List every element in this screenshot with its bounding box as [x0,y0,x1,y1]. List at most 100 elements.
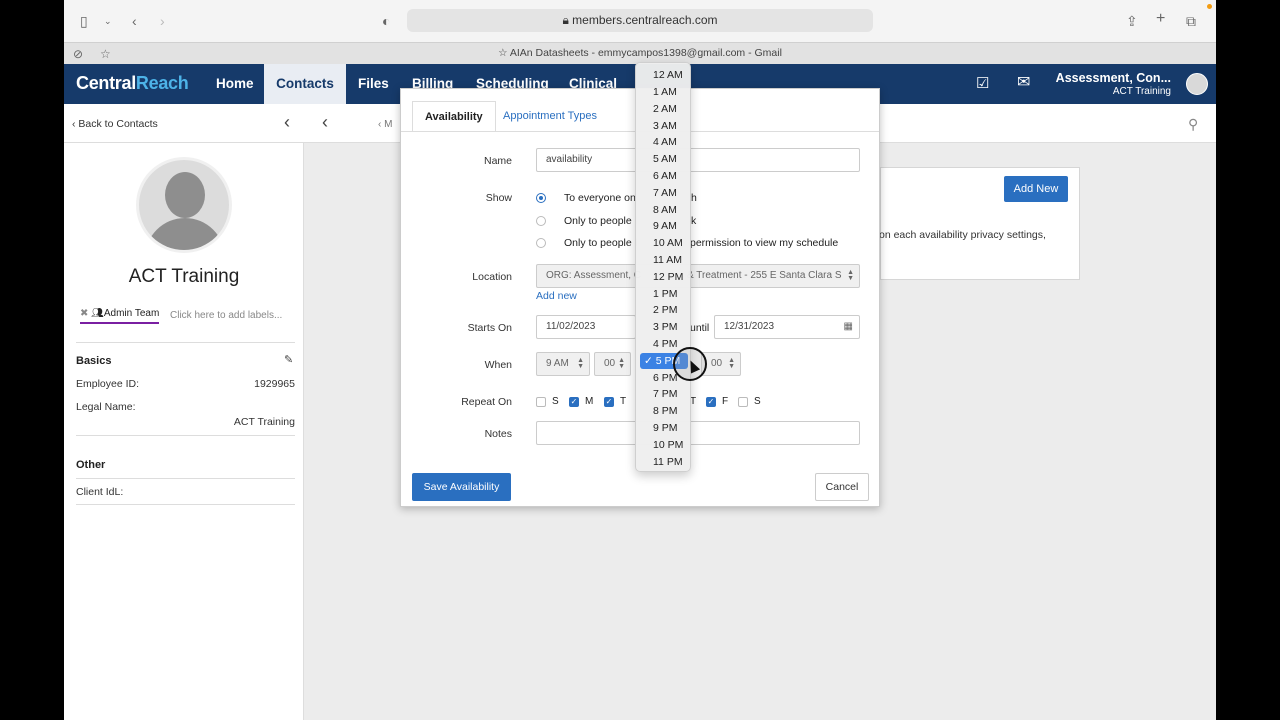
dropdown-option[interactable]: 9 AM [640,218,688,234]
tab-availability[interactable]: Availability [412,101,496,132]
sidebar-toggle-icon[interactable]: ▯ [80,12,88,30]
tab-bar: ⊘ ☆ ☆ AIAn Datasheets - emmycampos1398@g… [64,42,1216,64]
dropdown-option[interactable]: 2 AM [640,101,688,117]
when-label: When [484,359,512,371]
dropdown-option[interactable]: 3 AM [640,118,688,134]
prev-icon[interactable]: ‹ [322,113,328,131]
day-label-sun: S [552,396,559,407]
employee-id-value: 1929965 [254,378,295,390]
add-labels-input[interactable]: Click here to add labels... [170,310,282,321]
add-new-location-link[interactable]: Add new [536,290,577,302]
back-to-contacts-link[interactable]: ‹ Back to Contacts [72,118,158,130]
profile-avatar[interactable] [136,157,232,253]
location-label: Location [472,271,512,283]
day-checkbox-mon[interactable]: ✓ [569,397,579,407]
breadcrumb[interactable]: ‹ M [378,119,392,130]
dropdown-option[interactable]: 7 PM [640,386,688,402]
dropdown-option[interactable]: 11 AM [640,252,688,268]
dropdown-option[interactable]: 8 AM [640,202,688,218]
group-icon: 👥︎ [91,308,104,319]
dropdown-option[interactable]: 1 AM [640,84,688,100]
dropdown-option[interactable]: 6 AM [640,168,688,184]
add-new-button[interactable]: Add New [1004,176,1068,202]
edit-pencil-icon[interactable]: ✎ [284,353,293,366]
url-bar[interactable]: 🔒︎ members.centralreach.com [407,9,873,32]
show-opt3-text: Only to people l [564,237,637,249]
name-input[interactable]: availability [536,148,860,172]
notes-input[interactable] [536,421,860,445]
dropdown-option[interactable]: 5 AM [640,151,688,167]
shield-icon[interactable]: ◐ [382,12,390,30]
tab-title[interactable]: ☆ AIAn Datasheets - emmycampos1398@gmail… [64,47,1216,59]
chevron-down-icon[interactable]: ⌄ [104,12,112,30]
dropdown-option[interactable]: 8 PM [640,403,688,419]
starts-on-label: Starts On [467,322,512,334]
legal-name-value: ACT Training [233,416,295,428]
tabs-overview-icon[interactable]: ⧉ [1186,12,1196,30]
dropdown-option[interactable]: 4 AM [640,134,688,150]
dropdown-option[interactable]: 7 AM [640,185,688,201]
cancel-button[interactable]: Cancel [815,473,869,501]
collapse-left-icon[interactable]: ‹ [284,113,290,131]
nav-home[interactable]: Home [206,64,264,104]
show-radio-everyone[interactable] [536,193,546,203]
dropdown-option[interactable]: 12 PM [640,269,688,285]
share-icon[interactable]: ⇪ [1126,12,1138,30]
show-radio-permission[interactable] [536,238,546,248]
save-availability-button[interactable]: Save Availability [412,473,511,501]
dropdown-option[interactable]: 2 PM [640,302,688,318]
checkmark-icon: ✓ [644,355,656,367]
search-icon[interactable]: ⚲ [1188,115,1198,133]
privacy-text: on each availability privacy settings, [879,229,1046,241]
dropdown-option[interactable]: 11 PM [640,454,688,470]
when-end-minute-select[interactable]: 00 ▲ ▼ [701,352,741,376]
account-title[interactable]: Assessment, Con... [1056,71,1171,85]
dropdown-option[interactable]: 10 AM [640,235,688,251]
admin-team-tag[interactable]: ✖ 👥︎Admin Team [80,308,160,324]
back-icon[interactable]: ‹ [132,12,137,30]
mail-icon[interactable]: ✉ [1017,74,1030,92]
dropdown-option[interactable]: 9 PM [640,420,688,436]
url-text: members.centralreach.com [572,13,718,27]
show-opt3-text-end: permission to view my schedule [690,237,839,249]
dropdown-option[interactable]: 10 PM [640,437,688,453]
day-label-mon: M [585,396,594,407]
location-select[interactable]: ORG: Assessment, C & Treatment - 255 E S… [536,264,860,288]
day-checkbox-fri[interactable]: ✓ [706,397,716,407]
tasks-icon[interactable]: ☑ [976,75,989,93]
day-label-sat: S [754,396,761,407]
tab-appointment-types[interactable]: Appointment Types [491,101,609,131]
day-label-fri: F [722,396,729,407]
account-avatar[interactable] [1186,73,1208,95]
end-hour-dropdown-list: 12 AM 1 AM 2 AM 3 AM 4 AM 5 AM 6 AM 7 AM… [635,62,691,472]
dropdown-option[interactable]: 3 PM [640,319,688,335]
show-opt1-text-end: h [691,192,697,204]
other-title: Other [76,459,106,471]
day-checkbox-tue[interactable]: ✓ [604,397,614,407]
show-opt2-text: Only to people i [564,215,637,227]
when-start-minute-select[interactable]: 00 ▲ ▼ [594,352,631,376]
starts-on-input[interactable]: 11/02/2023 [536,315,636,339]
nav-files[interactable]: Files [348,64,399,104]
day-checkbox-sun[interactable] [536,397,546,407]
legal-name-label: Legal Name: [76,401,136,413]
when-start-hour-select[interactable]: 9 AM ▲ ▼ [536,352,590,376]
dropdown-option[interactable]: 12 AM [640,67,688,83]
day-checkbox-sat[interactable] [738,397,748,407]
show-radio-people-in[interactable] [536,216,546,226]
day-label-tue: T [620,396,627,407]
dropdown-option[interactable]: 1 PM [640,286,688,302]
until-label: until [690,322,710,334]
nav-contacts[interactable]: Contacts [264,64,346,104]
notes-label: Notes [484,428,512,440]
show-opt2-text-end: k [691,215,697,227]
show-label: Show [485,192,512,204]
employee-id-label: Employee ID: [76,378,140,390]
screen: ▯ ⌄ ‹ › ◐ 🔒︎ members.centralreach.com ⇪ … [64,0,1216,720]
new-tab-icon[interactable]: + [1156,10,1165,28]
until-input[interactable]: 12/31/2023 ▦ [714,315,860,339]
calendar-icon: ▦ [843,321,853,332]
recording-dot [1207,4,1212,9]
centralreach-logo[interactable]: CentralReach [76,73,189,94]
forward-icon[interactable]: › [160,12,165,30]
